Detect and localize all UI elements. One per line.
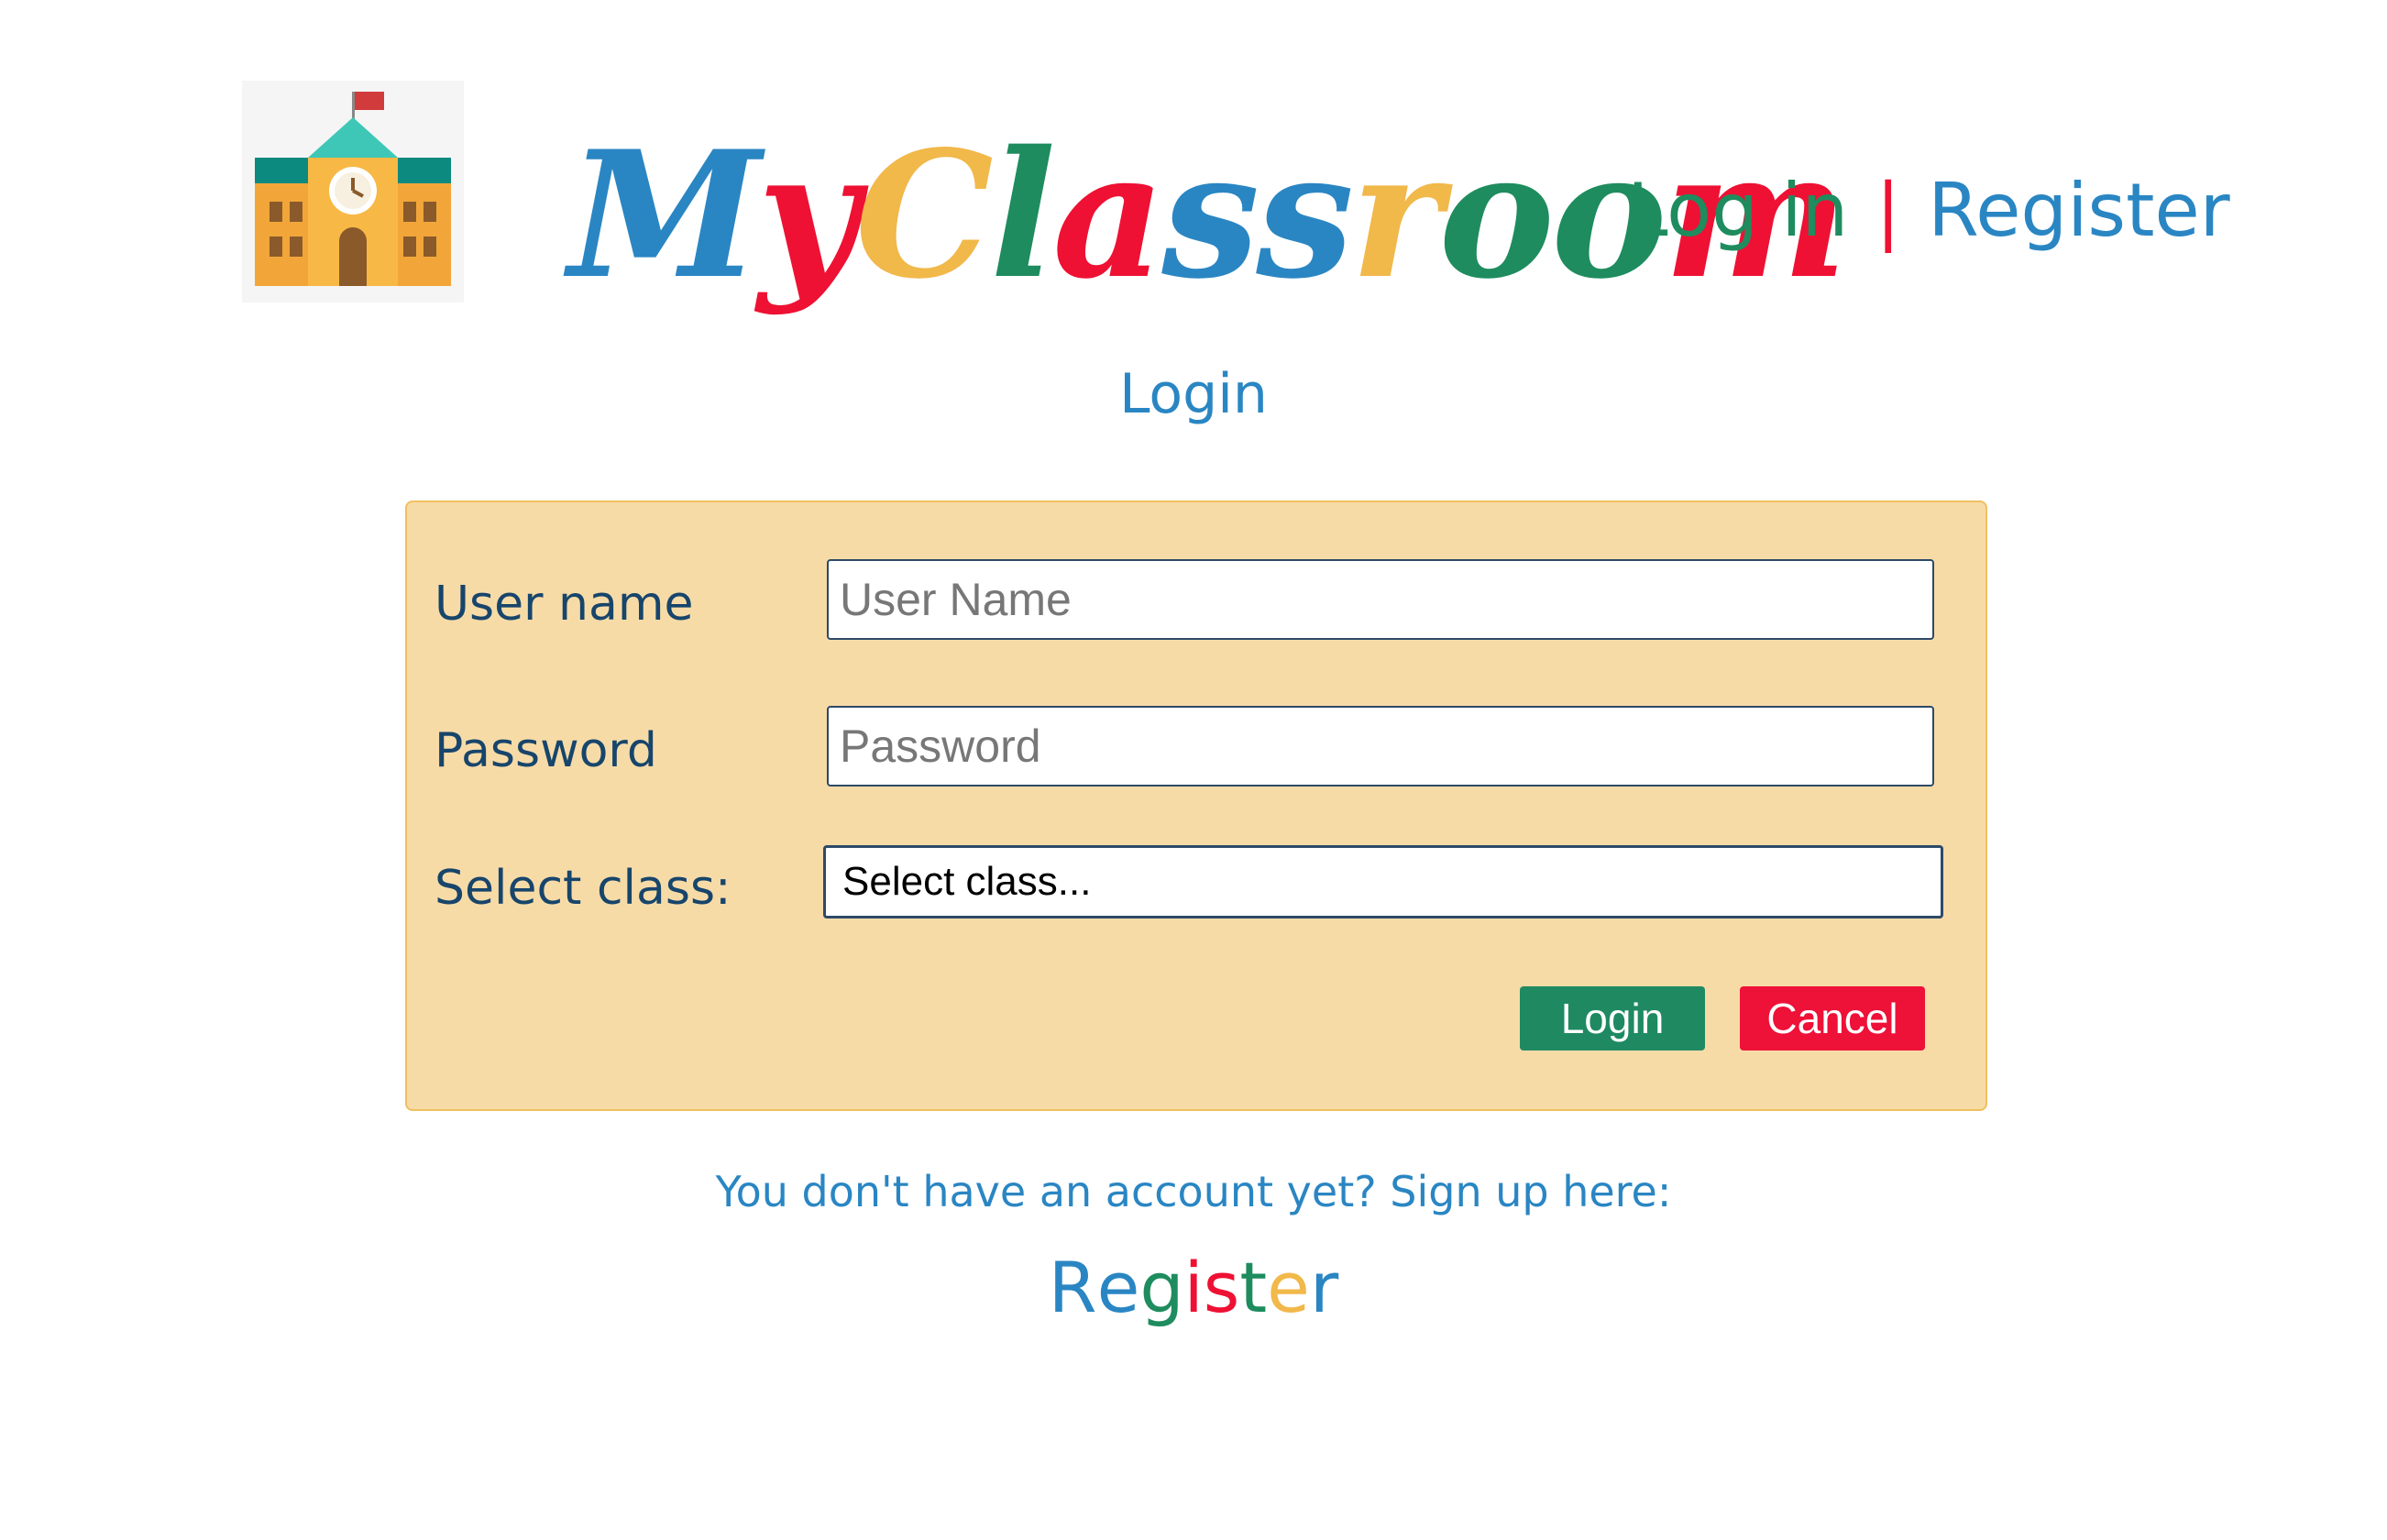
- brand-letter: r: [1350, 113, 1442, 317]
- brand-letter: y: [757, 113, 858, 317]
- brand-letter: l: [989, 113, 1056, 317]
- school-building-icon: [255, 92, 451, 286]
- register-letter: e: [1267, 1247, 1310, 1328]
- brand-letter: s: [1161, 113, 1260, 317]
- register-letter: e: [1096, 1247, 1140, 1328]
- page-title: Login: [1119, 362, 1268, 426]
- brand-letter: C: [854, 113, 994, 317]
- username-label: User name: [434, 577, 694, 632]
- brand-letter: o: [1438, 113, 1555, 317]
- class-select-label: Select class:: [434, 861, 732, 916]
- register-letter: R: [1048, 1247, 1097, 1328]
- top-nav: Log in | Register: [1627, 147, 2230, 275]
- nav-login-link[interactable]: Log in: [1627, 168, 1848, 253]
- class-select[interactable]: Select class...: [823, 845, 1943, 918]
- brand-letter: M: [568, 113, 761, 317]
- register-link[interactable]: Register: [0, 1238, 2387, 1338]
- register-letter: s: [1203, 1247, 1240, 1328]
- nav-separator: |: [1876, 168, 1901, 253]
- username-input[interactable]: [827, 559, 1934, 640]
- login-button[interactable]: Login: [1520, 986, 1705, 1050]
- password-input[interactable]: [827, 706, 1934, 786]
- register-letter: g: [1139, 1247, 1184, 1328]
- cancel-button[interactable]: Cancel: [1740, 986, 1925, 1050]
- signup-hint: You don't have an account yet? Sign up h…: [715, 1167, 1672, 1216]
- register-letter: t: [1239, 1247, 1268, 1328]
- school-logo[interactable]: [242, 81, 464, 302]
- password-label: Password: [434, 723, 657, 778]
- register-letter: i: [1183, 1247, 1204, 1328]
- brand-letter: a: [1052, 113, 1165, 317]
- brand-letter: s: [1256, 113, 1354, 317]
- register-letter: r: [1309, 1247, 1339, 1328]
- login-form-panel: User name Password Select class: Select …: [405, 500, 1987, 1111]
- nav-register-link[interactable]: Register: [1928, 168, 2229, 253]
